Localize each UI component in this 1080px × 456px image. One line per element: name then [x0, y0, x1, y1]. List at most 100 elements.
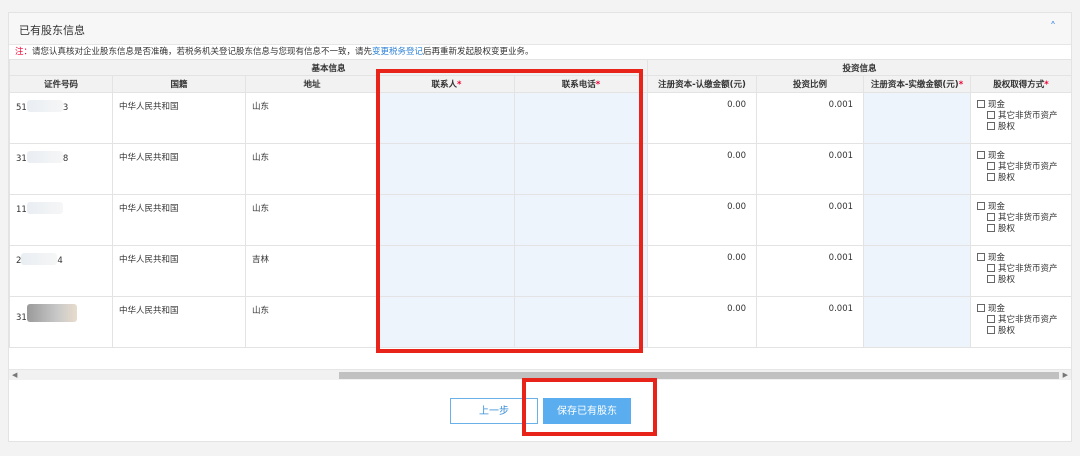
method-option[interactable]: 其它非货币资产 — [977, 213, 1065, 224]
method-option-label: 现金 — [988, 253, 1006, 263]
checkbox[interactable] — [977, 151, 986, 159]
shareholder-table-wrap: 基本信息 投资信息 证件号码 国籍 地址 联系人* 联系电话* 注册资本-认缴金… — [9, 59, 1071, 372]
method-option-label: 股权 — [998, 275, 1016, 285]
change-tax-registration-link[interactable]: 变更税务登记 — [372, 47, 423, 57]
checkbox[interactable] — [987, 173, 996, 181]
scroll-right-icon[interactable]: ▶ — [1063, 371, 1068, 379]
redacted-id-segment — [21, 253, 58, 265]
method-option[interactable]: 其它非货币资产 — [977, 315, 1065, 326]
method-option-label: 其它非货币资产 — [998, 315, 1058, 325]
phone-input[interactable] — [513, 296, 649, 348]
checkbox[interactable] — [987, 162, 996, 170]
save-shareholders-button[interactable]: 保存已有股东 — [543, 398, 631, 424]
method-option[interactable]: 现金 — [977, 151, 1065, 162]
col-method-label: 股权取得方式 — [993, 80, 1045, 90]
phone-input[interactable] — [513, 194, 649, 246]
contact-input[interactable] — [378, 245, 515, 297]
method-option-label: 现金 — [988, 202, 1006, 212]
table-row: 11 中华人民共和国 山东 0.00 0.001 现金 其它非货币资产 股权 — [9, 194, 1071, 246]
paid-amount-input[interactable] — [863, 194, 972, 246]
scrollbar-thumb[interactable] — [339, 372, 1059, 379]
cell-subscribed: 0.00 — [647, 143, 758, 195]
cell-nationality: 中华人民共和国 — [112, 143, 246, 195]
method-option-label: 其它非货币资产 — [998, 213, 1058, 223]
checkbox[interactable] — [987, 275, 996, 283]
paid-amount-input[interactable] — [863, 296, 972, 348]
method-option-label: 股权 — [998, 122, 1016, 132]
method-option[interactable]: 股权 — [977, 122, 1065, 133]
chevron-up-icon[interactable]: ˄ — [1045, 19, 1061, 35]
col-contact-label: 联系人 — [431, 80, 458, 90]
col-paid: 注册资本-实缴金额(元)* — [863, 75, 972, 93]
cell-address: 吉林 — [245, 245, 379, 297]
method-option[interactable]: 现金 — [977, 253, 1065, 264]
phone-input[interactable] — [513, 143, 649, 195]
id-number-end: 3 — [62, 103, 69, 113]
cell-ratio: 0.001 — [756, 245, 865, 297]
cell-nationality: 中华人民共和国 — [112, 296, 246, 348]
phone-input[interactable] — [513, 92, 649, 144]
checkbox[interactable] — [977, 202, 986, 210]
cell-subscribed: 0.00 — [647, 194, 758, 246]
method-option[interactable]: 其它非货币资产 — [977, 162, 1065, 173]
scroll-left-icon[interactable]: ◀ — [12, 371, 17, 379]
checkbox[interactable] — [987, 264, 996, 272]
prev-step-button[interactable]: 上一步 — [450, 398, 538, 424]
cell-subscribed: 0.00 — [647, 296, 758, 348]
phone-input[interactable] — [513, 245, 649, 297]
contact-input[interactable] — [378, 143, 515, 195]
checkbox[interactable] — [987, 122, 996, 130]
redacted-id-segment — [26, 304, 77, 322]
checkbox[interactable] — [987, 315, 996, 323]
method-option[interactable]: 其它非货币资产 — [977, 264, 1065, 275]
paid-amount-input[interactable] — [863, 245, 972, 297]
checkbox[interactable] — [987, 111, 996, 119]
contact-input[interactable] — [378, 296, 515, 348]
col-id-number: 证件号码 — [9, 75, 113, 93]
paid-amount-input[interactable] — [863, 92, 972, 144]
method-option-label: 其它非货币资产 — [998, 111, 1058, 121]
existing-shareholders-panel: 已有股东信息 ˄ 注：请您认真核对企业股东信息是否准确，若税务机关登记股东信息与… — [8, 12, 1072, 442]
id-number-start: 51 — [16, 103, 27, 113]
col-paid-label: 注册资本-实缴金额(元) — [870, 80, 959, 90]
panel-title: 已有股东信息 — [19, 24, 85, 37]
cell-id-number: 31 8 — [9, 143, 113, 195]
method-option[interactable]: 现金 — [977, 304, 1065, 315]
horizontal-scrollbar[interactable]: ◀ ▶ — [9, 369, 1071, 380]
method-option-label: 现金 — [988, 151, 1006, 161]
cell-nationality: 中华人民共和国 — [112, 92, 246, 144]
cell-address: 山东 — [245, 92, 379, 144]
method-option[interactable]: 现金 — [977, 100, 1065, 111]
method-option[interactable]: 股权 — [977, 173, 1065, 184]
cell-method: 现金 其它非货币资产 股权 — [970, 194, 1071, 246]
contact-input[interactable] — [378, 194, 515, 246]
method-option-label: 其它非货币资产 — [998, 162, 1058, 172]
method-option[interactable]: 现金 — [977, 202, 1065, 213]
checkbox[interactable] — [987, 213, 996, 221]
method-option[interactable]: 其它非货币资产 — [977, 111, 1065, 122]
method-option[interactable]: 股权 — [977, 224, 1065, 235]
cell-nationality: 中华人民共和国 — [112, 245, 246, 297]
redacted-id-segment — [26, 151, 63, 163]
method-option-label: 现金 — [988, 100, 1006, 110]
checkbox[interactable] — [977, 253, 986, 261]
checkbox[interactable] — [987, 326, 996, 334]
checkbox[interactable] — [987, 224, 996, 232]
contact-input[interactable] — [378, 92, 515, 144]
id-number-start: 31 — [16, 154, 27, 164]
col-contact: 联系人* — [378, 75, 515, 93]
col-phone: 联系电话* — [513, 75, 649, 93]
table-row: 51 3 中华人民共和国 山东 0.00 0.001 现金 其它非货币资产 股权 — [9, 92, 1071, 144]
method-option[interactable]: 股权 — [977, 326, 1065, 337]
checkbox[interactable] — [977, 304, 986, 312]
method-option[interactable]: 股权 — [977, 275, 1065, 286]
cell-ratio: 0.001 — [756, 92, 865, 144]
table-row: 31 8 中华人民共和国 山东 0.00 0.001 现金 其它非货币资产 股权 — [9, 143, 1071, 195]
checkbox[interactable] — [977, 100, 986, 108]
panel-header[interactable]: 已有股东信息 ˄ — [9, 13, 1071, 45]
cell-ratio: 0.001 — [756, 296, 865, 348]
id-number-start: 11 — [16, 205, 27, 215]
paid-amount-input[interactable] — [863, 143, 972, 195]
cell-method: 现金 其它非货币资产 股权 — [970, 245, 1071, 297]
notice-text-2: 后再重新发起股权变更业务。 — [423, 47, 534, 57]
